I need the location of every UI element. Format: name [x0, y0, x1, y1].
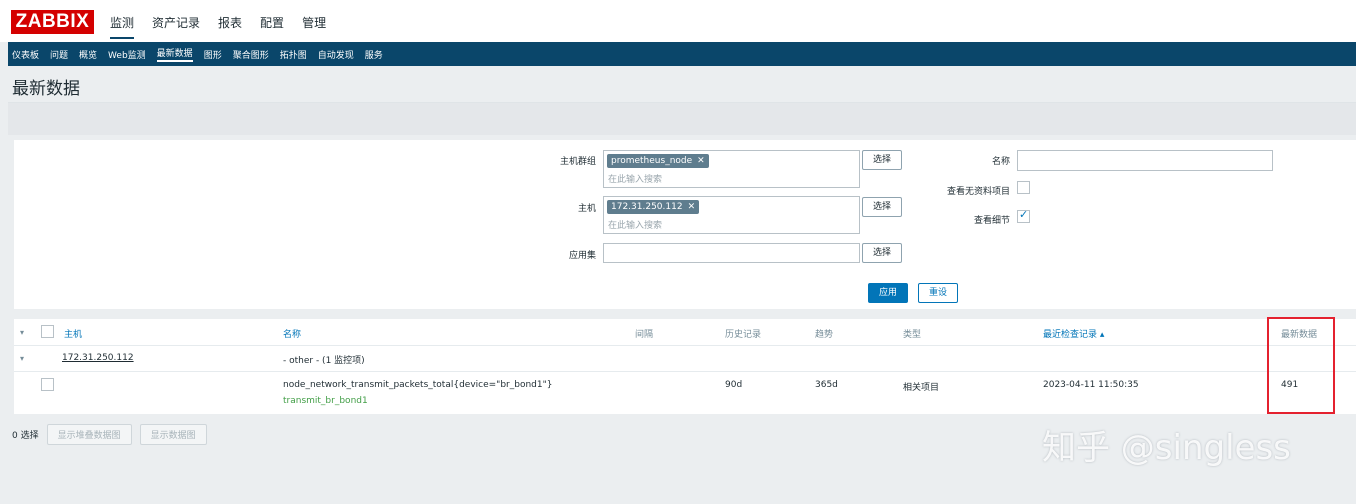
display-stacked-graph-button[interactable]: 显示堆叠数据图 — [46, 424, 132, 445]
application-label: 应用集 — [568, 251, 596, 261]
show-no-data-checkbox[interactable] — [1017, 181, 1030, 194]
show-details-label: 查看细节 — [973, 216, 1010, 226]
zabbix-logo[interactable]: ZABBIX — [11, 10, 94, 34]
menu-inventory[interactable]: 资产记录 — [152, 14, 200, 39]
reset-button[interactable]: 重设 — [918, 283, 958, 303]
highlight-box — [1267, 317, 1335, 414]
host-row-group: - other - (1 监控项) — [283, 356, 365, 366]
latest-data-table: ▾ 主机 名称 间隔 历史记录 趋势 类型 最近检查记录 ▴ 最新数据 ▾ 17… — [14, 319, 1356, 414]
host-groups-placeholder: 在此输入搜索 — [608, 175, 663, 185]
host-row-host[interactable]: 172.31.250.112 — [62, 353, 134, 363]
host-tag-label: 172.31.250.112 — [611, 202, 683, 212]
col-host[interactable]: 主机 — [64, 327, 82, 340]
host-tag: 172.31.250.112 ✕ — [607, 200, 700, 214]
hosts-label: 主机 — [577, 204, 596, 214]
col-type: 类型 — [903, 330, 922, 340]
item-checkbox[interactable] — [41, 378, 54, 391]
host-group-tag: prometheus_node ✕ — [607, 154, 709, 168]
subnav-discovery[interactable]: 自动发现 — [318, 48, 354, 61]
item-type: 相关项目 — [903, 383, 940, 393]
collapse-all-icon[interactable]: ▾ — [20, 328, 24, 337]
subnav-screens[interactable]: 聚合图形 — [233, 48, 269, 61]
item-trends: 365d — [815, 380, 838, 390]
application-input[interactable] — [603, 243, 860, 263]
sub-navigation: 仪表板 问题 概览 Web监测 最新数据 图形 聚合图形 拓扑图 自动发现 服务 — [8, 42, 1356, 66]
subnav-maps[interactable]: 拓扑图 — [280, 48, 307, 61]
col-last-check[interactable]: 最近检查记录 ▴ — [1043, 327, 1104, 340]
host-groups-field[interactable]: prometheus_node ✕ 在此输入搜索 — [603, 150, 860, 188]
col-interval: 间隔 — [635, 330, 654, 340]
name-label: 名称 — [991, 157, 1010, 167]
item-last-check: 2023-04-11 11:50:35 — [1043, 380, 1139, 390]
hosts-placeholder: 在此输入搜索 — [608, 221, 663, 231]
show-details-checkbox[interactable] — [1017, 208, 1030, 223]
main-menu: 监测 资产记录 报表 配置 管理 — [110, 14, 344, 39]
hosts-select-button[interactable]: 选择 — [862, 197, 902, 217]
subnav-graphs[interactable]: 图形 — [204, 48, 222, 61]
subnav-problems[interactable]: 问题 — [50, 48, 68, 61]
selected-count: 0 选择 — [12, 431, 39, 441]
remove-tag-icon[interactable]: ✕ — [697, 156, 705, 166]
host-groups-select-button[interactable]: 选择 — [862, 150, 902, 170]
collapse-host-icon[interactable]: ▾ — [20, 354, 24, 363]
subnav-services[interactable]: 服务 — [365, 48, 383, 61]
application-select-button[interactable]: 选择 — [862, 243, 902, 263]
apply-button[interactable]: 应用 — [868, 283, 908, 303]
table-footer: 0 选择 显示堆叠数据图 显示数据图 — [12, 424, 215, 445]
select-all-checkbox[interactable] — [41, 325, 54, 338]
item-key: transmit_br_bond1 — [283, 396, 368, 406]
item-history: 90d — [725, 380, 743, 390]
remove-tag-icon[interactable]: ✕ — [688, 202, 696, 212]
menu-configuration[interactable]: 配置 — [260, 14, 284, 39]
subnav-latest-data[interactable]: 最新数据 — [156, 46, 193, 62]
subnav-dashboard[interactable]: 仪表板 — [12, 48, 39, 61]
row-divider — [14, 371, 1356, 372]
top-header: ZABBIX 监测 资产记录 报表 配置 管理 — [0, 0, 1356, 42]
col-trends: 趋势 — [815, 330, 834, 340]
item-name: node_network_transmit_packets_total{devi… — [283, 380, 553, 390]
menu-monitoring[interactable]: 监测 — [110, 14, 135, 39]
display-graph-button[interactable]: 显示数据图 — [139, 424, 207, 445]
filter-tab-bar[interactable] — [8, 102, 1356, 135]
subnav-web[interactable]: Web监测 — [108, 48, 146, 61]
row-divider — [14, 345, 1356, 346]
col-name[interactable]: 名称 — [283, 327, 301, 340]
show-no-data-label: 查看无资料项目 — [946, 187, 1010, 197]
menu-administration[interactable]: 管理 — [302, 14, 326, 39]
subnav-overview[interactable]: 概览 — [79, 48, 97, 61]
name-input[interactable] — [1017, 150, 1273, 171]
host-groups-label: 主机群组 — [559, 157, 596, 167]
menu-reports[interactable]: 报表 — [218, 14, 242, 39]
col-history: 历史记录 — [725, 330, 762, 340]
page-title: 最新数据 — [12, 79, 80, 99]
watermark: 知乎 @singless — [1042, 428, 1291, 468]
hosts-field[interactable]: 172.31.250.112 ✕ 在此输入搜索 — [603, 196, 860, 234]
host-group-tag-label: prometheus_node — [611, 156, 693, 166]
